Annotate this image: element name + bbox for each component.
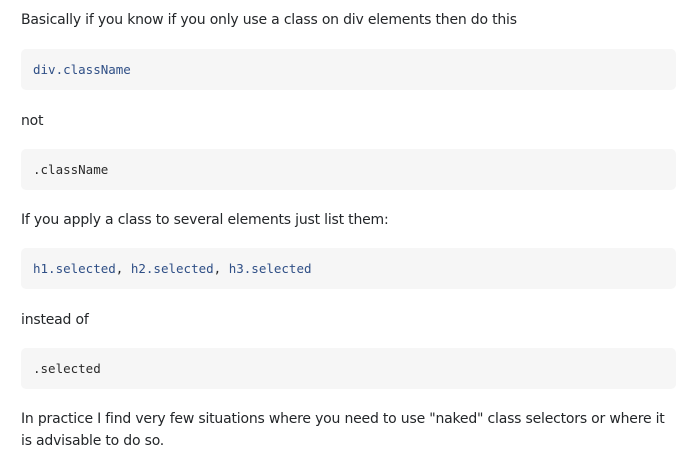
code-token-separator: , xyxy=(115,261,131,276)
code-token-class: .className xyxy=(55,62,131,77)
code-token-class: .className xyxy=(33,162,109,177)
code-token-h3: h3.selected xyxy=(228,261,312,276)
code-token-class: .selected xyxy=(33,361,101,376)
code-token-h1: h1.selected xyxy=(33,261,116,276)
paragraph-instead-of: instead of xyxy=(21,312,89,328)
code-block-div-classname: div .className xyxy=(21,49,676,90)
code-block-classname: .className xyxy=(21,149,676,190)
code-token-h2: h2.selected xyxy=(130,261,214,276)
paragraph-list-them: If you apply a class to several elements… xyxy=(21,212,389,228)
code-token-element: div xyxy=(33,62,56,77)
paragraph-conclusion: In practice I find very few situations w… xyxy=(21,411,665,449)
code-block-selected: .selected xyxy=(21,348,676,389)
code-block-heading-list: h1.selected, h2.selected, h3.selected xyxy=(21,248,676,289)
paragraph-intro: Basically if you know if you only use a … xyxy=(21,12,517,28)
paragraph-not: not xyxy=(21,113,44,129)
code-token-separator: , xyxy=(213,261,229,276)
